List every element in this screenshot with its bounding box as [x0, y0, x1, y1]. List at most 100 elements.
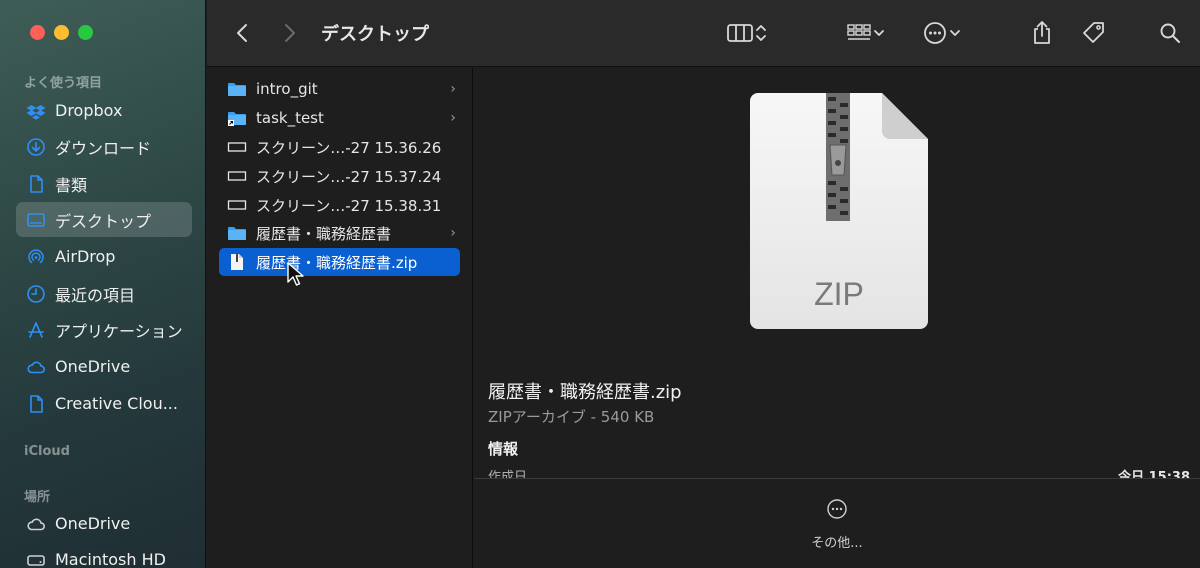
document-icon: [26, 394, 46, 414]
sidebar-item-applications[interactable]: アプリケーション: [16, 312, 192, 347]
view-mode-button[interactable]: [719, 20, 775, 46]
file-row-resume-zip[interactable]: 履歴書・職務経歴書.zip: [219, 248, 460, 276]
screenshot-icon: [227, 167, 247, 185]
tag-icon: [1081, 20, 1107, 46]
divider: [474, 478, 1200, 479]
more-button[interactable]: その他...: [800, 498, 874, 551]
search-button[interactable]: [1157, 20, 1183, 46]
action-button[interactable]: [918, 20, 966, 46]
file-row-resume-folder[interactable]: 履歴書・職務経歴書 ›: [219, 219, 460, 247]
chevron-right-icon: [283, 22, 297, 44]
screenshot-icon: [227, 196, 247, 214]
chevron-down-icon: [872, 22, 886, 44]
file-name: 履歴書・職務経歴書: [256, 224, 392, 243]
chevron-left-icon: [235, 22, 249, 44]
folder-alias-icon: [227, 109, 247, 127]
grid-icon: [846, 22, 872, 44]
sidebar-item-documents[interactable]: 書類: [16, 166, 192, 201]
sidebar-item-macintosh-hd[interactable]: Macintosh HD: [16, 542, 192, 568]
chevron-down-icon: [948, 22, 962, 44]
more-label: その他...: [811, 536, 863, 551]
sidebar-item-label: 書類: [55, 175, 88, 195]
sidebar-item-label: Creative Clou...: [55, 394, 178, 413]
search-icon: [1159, 22, 1181, 44]
sidebar-item-downloads[interactable]: ダウンロード: [16, 129, 192, 164]
file-list: intro_git › task_test › スクリーン…-27 15.36.…: [207, 68, 473, 568]
sidebar: よく使う項目 Dropbox ダウンロード 書類 デスクトップ AirDrop: [0, 0, 206, 568]
zoom-window-button[interactable]: [78, 25, 93, 40]
chevron-right-icon: ›: [450, 110, 456, 126]
back-button[interactable]: [231, 20, 253, 46]
file-row-screenshot-1[interactable]: スクリーン…-27 15.36.26: [219, 133, 460, 161]
sidebar-item-label: 最近の項目: [55, 285, 136, 305]
share-button[interactable]: [1029, 20, 1055, 46]
sidebar-item-airdrop[interactable]: AirDrop: [16, 239, 192, 274]
desktop-icon: [26, 210, 46, 230]
file-row-screenshot-3[interactable]: スクリーン…-27 15.38.31: [219, 191, 460, 219]
screenshot-icon: [227, 138, 247, 156]
preview-pane: ZIP 履歴書・職務経歴書.zip ZIPアーカイブ - 540 KB 情報 作…: [474, 68, 1200, 568]
cloud-icon: [26, 514, 46, 534]
locations-section-label: 場所: [24, 490, 51, 505]
icloud-section-label: iCloud: [24, 444, 70, 459]
file-row-screenshot-2[interactable]: スクリーン…-27 15.37.24: [219, 162, 460, 190]
preview-file-name: 履歴書・職務経歴書.zip: [488, 382, 682, 403]
sidebar-item-desktop[interactable]: デスクトップ: [16, 202, 192, 237]
cloud-icon: [26, 357, 46, 377]
tag-button[interactable]: [1079, 20, 1109, 46]
ellipsis-circle-icon: [922, 20, 948, 46]
favorites-section-label: よく使う項目: [24, 76, 103, 91]
forward-button[interactable]: [279, 20, 301, 46]
airdrop-icon: [26, 247, 46, 267]
created-label: 作成日: [488, 470, 528, 478]
sidebar-item-label: Dropbox: [55, 101, 123, 120]
sidebar-item-label: アプリケーション: [55, 321, 183, 341]
window-title: デスクトップ: [321, 24, 429, 45]
preview-created-row: 作成日 今日 15:38: [474, 464, 1200, 478]
toolbar: デスクトップ: [207, 0, 1200, 67]
sidebar-item-label: デスクトップ: [55, 211, 152, 231]
sidebar-item-onedrive[interactable]: OneDrive: [16, 349, 192, 384]
sidebar-item-recents[interactable]: 最近の項目: [16, 276, 192, 311]
file-name: スクリーン…-27 15.38.31: [256, 196, 442, 215]
chevron-right-icon: ›: [450, 81, 456, 97]
window-controls: [30, 25, 93, 40]
folder-icon: [227, 224, 247, 242]
sidebar-item-creative-cloud[interactable]: Creative Clou...: [16, 386, 192, 421]
disk-icon: [26, 550, 46, 568]
ellipsis-circle-icon: [826, 498, 848, 524]
file-name: 履歴書・職務経歴書.zip: [256, 253, 418, 272]
document-icon: [26, 174, 46, 194]
folder-icon: [227, 80, 247, 98]
sidebar-item-label: Macintosh HD: [55, 550, 166, 568]
zip-file-icon: [227, 253, 247, 271]
file-name: スクリーン…-27 15.36.26: [256, 138, 442, 157]
sidebar-item-label: OneDrive: [55, 357, 131, 376]
sidebar-item-label: OneDrive: [55, 514, 131, 533]
file-row-intro-git[interactable]: intro_git ›: [219, 75, 460, 103]
chevron-right-icon: ›: [450, 225, 456, 241]
preview-info-heading: 情報: [488, 440, 519, 458]
close-window-button[interactable]: [30, 25, 45, 40]
preview-file-kind: ZIPアーカイブ - 540 KB: [488, 408, 655, 426]
group-button[interactable]: [841, 20, 891, 46]
file-name: task_test: [256, 109, 324, 127]
column-view-icon: [726, 22, 754, 44]
chevron-updown-icon: [754, 22, 768, 44]
share-icon: [1031, 20, 1053, 46]
zip-preview-icon: ZIP: [750, 93, 928, 329]
sidebar-item-label: AirDrop: [55, 247, 116, 266]
file-row-task-test[interactable]: task_test ›: [219, 104, 460, 132]
clock-icon: [26, 284, 46, 304]
sidebar-item-dropbox[interactable]: Dropbox: [16, 93, 192, 128]
dropbox-icon: [26, 101, 46, 121]
minimize-window-button[interactable]: [54, 25, 69, 40]
mouse-cursor-icon: [287, 262, 305, 288]
file-name: intro_git: [256, 80, 318, 98]
sidebar-item-onedrive-location[interactable]: OneDrive: [16, 506, 192, 541]
applications-icon: [26, 320, 46, 340]
file-name: スクリーン…-27 15.37.24: [256, 167, 442, 186]
zip-icon-label: ZIP: [814, 276, 864, 312]
download-icon: [26, 137, 46, 157]
created-value: 今日 15:38: [1118, 470, 1190, 478]
